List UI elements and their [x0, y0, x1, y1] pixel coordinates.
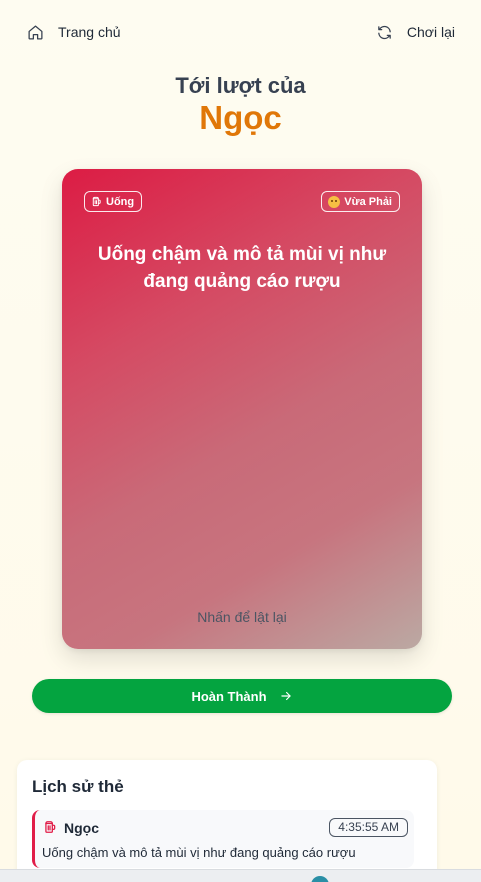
replay-button[interactable]: Chơi lại — [376, 20, 455, 44]
replay-label: Chơi lại — [406, 24, 455, 40]
card-level-label: Vừa Phải — [344, 195, 392, 208]
done-button-label: Hoàn Thành — [191, 688, 267, 704]
top-nav: Trang chủ Chơi lại — [0, 0, 481, 64]
bottom-browser-bar — [0, 869, 481, 882]
history-item: Ngọc 4:35:55 AM Uống chậm và mô tả mùi v… — [32, 810, 414, 868]
turn-label: Tới lượt của — [175, 73, 306, 98]
home-button[interactable]: Trang chủ — [27, 20, 121, 44]
home-icon — [28, 24, 43, 40]
beer-mug-icon — [92, 196, 101, 207]
card-type-badge: Uống — [84, 191, 143, 212]
home-label: Trang chủ — [58, 24, 121, 40]
card-challenge-text: Uống chậm và mô tả mùi vị như đang quảng… — [97, 244, 387, 292]
refresh-icon — [378, 25, 391, 39]
history-timestamp: 4:35:55 AM — [329, 818, 408, 837]
challenge-card[interactable]: Uống Vừa Phải Uống chậm và mô tả mùi vị … — [62, 169, 422, 649]
card-type-label: Uống — [106, 195, 135, 208]
done-button[interactable]: Hoàn Thành — [32, 679, 452, 713]
current-player-name: Ngọc — [199, 99, 282, 136]
history-player-name: Ngọc — [64, 820, 99, 836]
beer-mug-icon — [45, 821, 56, 833]
smiley-emoji-icon — [328, 195, 341, 208]
arrow-right-icon — [280, 691, 291, 701]
history-card-text: Uống chậm và mô tả mùi vị như đang quảng… — [42, 845, 356, 860]
card-flip-hint: Nhấn để lật lại — [197, 609, 287, 625]
card-level-badge: Vừa Phải — [321, 191, 400, 212]
history-title: Lịch sử thẻ — [32, 777, 124, 796]
card-history-panel: Lịch sử thẻ Ngọc 4:35:55 AM Uống chậm và… — [17, 760, 437, 882]
bottom-tab-indicator — [311, 876, 329, 882]
